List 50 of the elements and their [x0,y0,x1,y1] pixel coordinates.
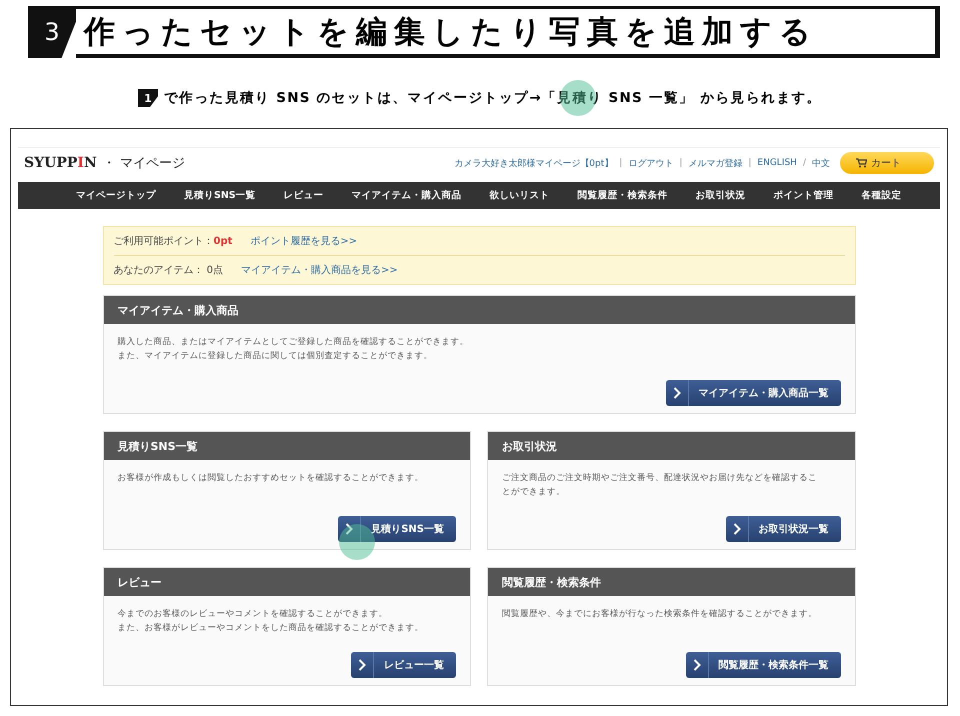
header-link[interactable]: 中文 [812,156,830,170]
step-badge: 1 [138,89,158,107]
section-description: ご注文商品のご注文時期やご注文番号、配達状況やお届け先などを確認するこ とができます。 [501,472,818,499]
points-label: ご利用可能ポイント：0pt [114,234,232,248]
step-number-badge: 3 [28,6,76,58]
chevron-icon [358,659,366,671]
cart-icon [856,158,867,168]
page-heading: 作ったセットを編集したり写真を追加する [76,6,940,58]
instruction-text: で作った見積り SNS のセットは、マイページトップ→「見積り SNS 一覧」 から見られます。 [164,89,822,107]
header-link[interactable]: カメラ大好き太郎様マイページ【0pt】 [454,156,614,170]
chevron-icon [732,523,740,535]
section-description: 購入した商品、またはマイアイテムとしてご登録した商品を確認することができます。 また、マイアイテムに登録した商品に関しては個別査定することができます。 [116,336,470,363]
section-description: 閲覧履歴や、今までにお客様が行なった検索条件を確認することができます。 [501,608,818,621]
list-button[interactable]: レビュー一覧 [351,652,456,678]
nav-item[interactable]: 欲しいリスト [476,189,564,202]
nav-item[interactable]: 閲覧履歴・検索条件 [564,189,682,202]
items-label: あなたのアイテム： 0点 [114,264,224,277]
section-title: 閲覧履歴・検索条件 [488,568,854,596]
link-separator: | [619,158,622,168]
chevron-icon [692,659,700,671]
nav-item[interactable]: マイアイテム・購入商品 [338,189,476,202]
section-title: マイアイテム・購入商品 [104,296,854,324]
nav-item[interactable]: ポイント管理 [760,189,848,202]
nav-item[interactable]: お取引状況 [682,189,760,202]
section-title: レビュー [104,568,470,596]
cart-button[interactable]: カート [840,152,934,174]
chevron-icon [345,523,354,535]
nav-item[interactable]: 見積りSNS一覧 [170,189,270,202]
section-description: 今までのお客様のレビューやコメントを確認することができます。 また、お客様がレビューやコメントをした商品を確認することができます。 [116,608,424,635]
list-button[interactable]: 見積りSNS一覧 [338,516,456,542]
items-link[interactable]: マイアイテム・購入商品を見る>> [241,263,398,277]
nav-item[interactable]: 各種設定 [848,189,916,202]
list-button[interactable]: お取引状況一覧 [726,516,840,542]
link-separator: / [802,158,806,168]
chevron-icon [672,387,680,399]
list-button[interactable]: 閲覧履歴・検索条件一覧 [686,652,840,678]
header-link[interactable]: メルマガ登録 [688,156,742,170]
section-title: お取引状況 [488,432,854,460]
list-button[interactable]: マイアイテム・購入商品一覧 [666,380,840,406]
site-logo[interactable]: SYUPPIN [24,155,97,171]
header-link[interactable]: ログアウト [628,156,674,170]
link-separator: | [679,158,682,168]
nav-item[interactable]: レビュー [270,189,338,202]
section-description: お客様が作成もしくは閲覧したおすすめセットを確認することができます。 [116,472,424,485]
nav-item[interactable]: マイページトップ [62,189,170,202]
page-name: ・ マイページ [102,155,185,172]
section-title: 見積りSNS一覧 [104,432,470,460]
link-separator: | [748,158,752,168]
points-history-link[interactable]: ポイント履歴を見る>> [250,234,358,248]
header-link[interactable]: ENGLISH [757,158,797,168]
